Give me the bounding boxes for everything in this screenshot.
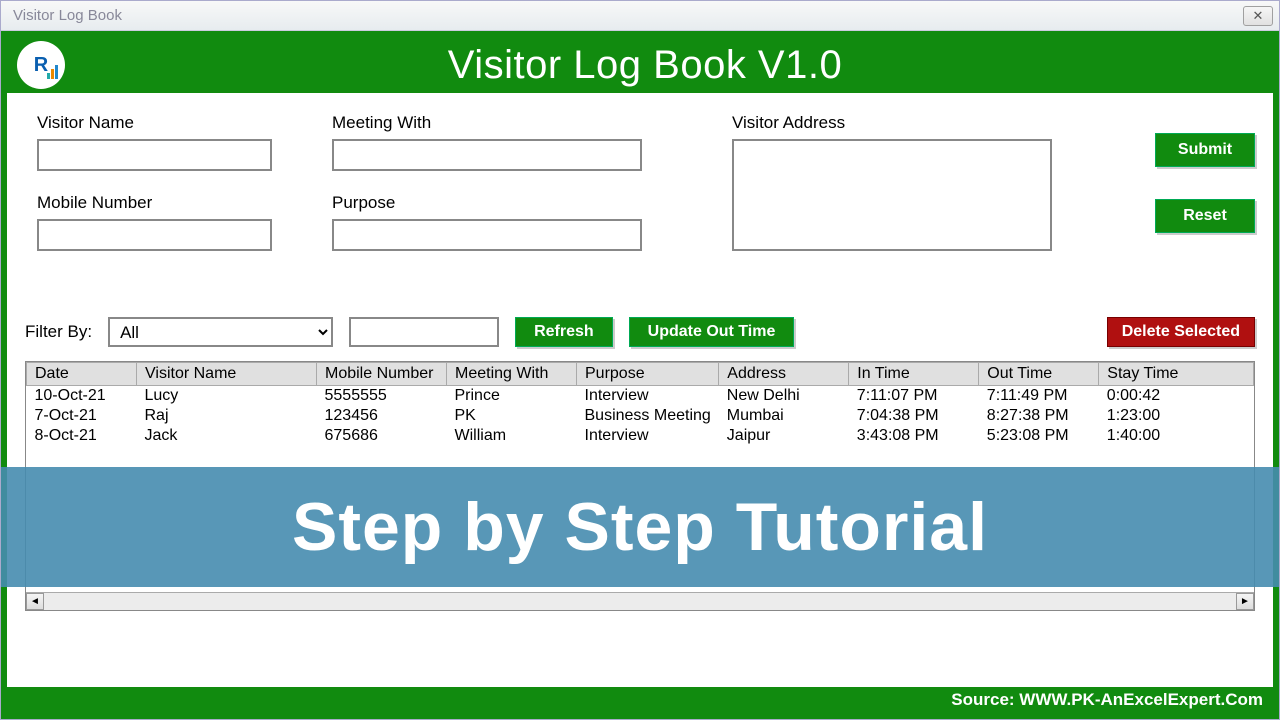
cell-name: Raj bbox=[137, 406, 317, 426]
filter-row: Filter By: All Refresh Update Out Time D… bbox=[7, 317, 1273, 357]
cell-meeting: PK bbox=[447, 406, 577, 426]
meeting-with-label: Meeting With bbox=[332, 113, 642, 133]
scroll-left-icon[interactable]: ◄ bbox=[26, 593, 44, 610]
form-area: Visitor Name Mobile Number Meeting With … bbox=[7, 93, 1273, 303]
cell-out: 8:27:38 PM bbox=[979, 406, 1099, 426]
logo-icon: R bbox=[17, 41, 65, 89]
purpose-label: Purpose bbox=[332, 193, 642, 213]
cell-address: Mumbai bbox=[719, 406, 849, 426]
col-meeting[interactable]: Meeting With bbox=[447, 363, 577, 386]
col-purpose[interactable]: Purpose bbox=[577, 363, 719, 386]
col-address[interactable]: Address bbox=[719, 363, 849, 386]
filter-text-input[interactable] bbox=[349, 317, 499, 347]
app-title: Visitor Log Book V1.0 bbox=[17, 43, 1273, 88]
cell-date: 10-Oct-21 bbox=[27, 386, 137, 407]
cell-mobile: 123456 bbox=[317, 406, 447, 426]
col-stay-time[interactable]: Stay Time bbox=[1099, 363, 1254, 386]
table-row[interactable]: 8-Oct-21Jack675686WilliamInterviewJaipur… bbox=[27, 426, 1254, 446]
cell-meeting: Prince bbox=[447, 386, 577, 407]
cell-stay: 1:40:00 bbox=[1099, 426, 1254, 446]
cell-mobile: 675686 bbox=[317, 426, 447, 446]
cell-out: 7:11:49 PM bbox=[979, 386, 1099, 407]
refresh-button[interactable]: Refresh bbox=[515, 317, 613, 347]
col-mobile[interactable]: Mobile Number bbox=[317, 363, 447, 386]
cell-in: 7:11:07 PM bbox=[849, 386, 979, 407]
titlebar: Visitor Log Book ✕ bbox=[1, 1, 1279, 31]
delete-selected-button[interactable]: Delete Selected bbox=[1107, 317, 1255, 347]
col-out-time[interactable]: Out Time bbox=[979, 363, 1099, 386]
cell-purpose: Interview bbox=[577, 426, 719, 446]
cell-date: 8-Oct-21 bbox=[27, 426, 137, 446]
scroll-right-icon[interactable]: ► bbox=[1236, 593, 1254, 610]
meeting-with-input[interactable] bbox=[332, 139, 642, 171]
table-row[interactable]: 10-Oct-21Lucy5555555PrinceInterviewNew D… bbox=[27, 386, 1254, 407]
window-title: Visitor Log Book bbox=[7, 7, 122, 24]
cell-name: Lucy bbox=[137, 386, 317, 407]
visitor-name-label: Visitor Name bbox=[37, 113, 272, 133]
close-button[interactable]: ✕ bbox=[1243, 6, 1273, 26]
update-out-time-button[interactable]: Update Out Time bbox=[629, 317, 795, 347]
tutorial-overlay: Step by Step Tutorial bbox=[1, 467, 1279, 587]
cell-in: 3:43:08 PM bbox=[849, 426, 979, 446]
scroll-track[interactable] bbox=[44, 593, 1236, 610]
col-visitor-name[interactable]: Visitor Name bbox=[137, 363, 317, 386]
visitor-address-input[interactable] bbox=[732, 139, 1052, 251]
col-date[interactable]: Date bbox=[27, 363, 137, 386]
cell-address: New Delhi bbox=[719, 386, 849, 407]
mobile-number-label: Mobile Number bbox=[37, 193, 272, 213]
horizontal-scrollbar[interactable]: ◄ ► bbox=[26, 592, 1254, 610]
filter-combo[interactable]: All bbox=[108, 317, 333, 347]
filter-by-label: Filter By: bbox=[25, 322, 92, 342]
footer-source: Source: WWW.PK-AnExcelExpert.Com bbox=[951, 690, 1263, 710]
cell-name: Jack bbox=[137, 426, 317, 446]
overlay-text: Step by Step Tutorial bbox=[292, 488, 988, 566]
app-window: Visitor Log Book ✕ R Visitor Log Book V1… bbox=[0, 0, 1280, 720]
cell-mobile: 5555555 bbox=[317, 386, 447, 407]
cell-purpose: Business Meeting bbox=[577, 406, 719, 426]
app-frame: R Visitor Log Book V1.0 Visitor Name Mob… bbox=[1, 31, 1279, 719]
cell-date: 7-Oct-21 bbox=[27, 406, 137, 426]
cell-purpose: Interview bbox=[577, 386, 719, 407]
visitor-name-input[interactable] bbox=[37, 139, 272, 171]
cell-address: Jaipur bbox=[719, 426, 849, 446]
close-icon: ✕ bbox=[1253, 8, 1264, 24]
cell-meeting: William bbox=[447, 426, 577, 446]
app-header: R Visitor Log Book V1.0 bbox=[7, 37, 1273, 93]
cell-out: 5:23:08 PM bbox=[979, 426, 1099, 446]
submit-button[interactable]: Submit bbox=[1155, 133, 1255, 167]
cell-in: 7:04:38 PM bbox=[849, 406, 979, 426]
col-in-time[interactable]: In Time bbox=[849, 363, 979, 386]
table-row[interactable]: 7-Oct-21Raj123456PKBusiness MeetingMumba… bbox=[27, 406, 1254, 426]
purpose-input[interactable] bbox=[332, 219, 642, 251]
cell-stay: 1:23:00 bbox=[1099, 406, 1254, 426]
reset-button[interactable]: Reset bbox=[1155, 199, 1255, 233]
visitor-table[interactable]: Date Visitor Name Mobile Number Meeting … bbox=[26, 362, 1254, 446]
mobile-number-input[interactable] bbox=[37, 219, 272, 251]
cell-stay: 0:00:42 bbox=[1099, 386, 1254, 407]
visitor-address-label: Visitor Address bbox=[732, 113, 1052, 133]
footer-bar: Source: WWW.PK-AnExcelExpert.Com bbox=[7, 687, 1273, 713]
